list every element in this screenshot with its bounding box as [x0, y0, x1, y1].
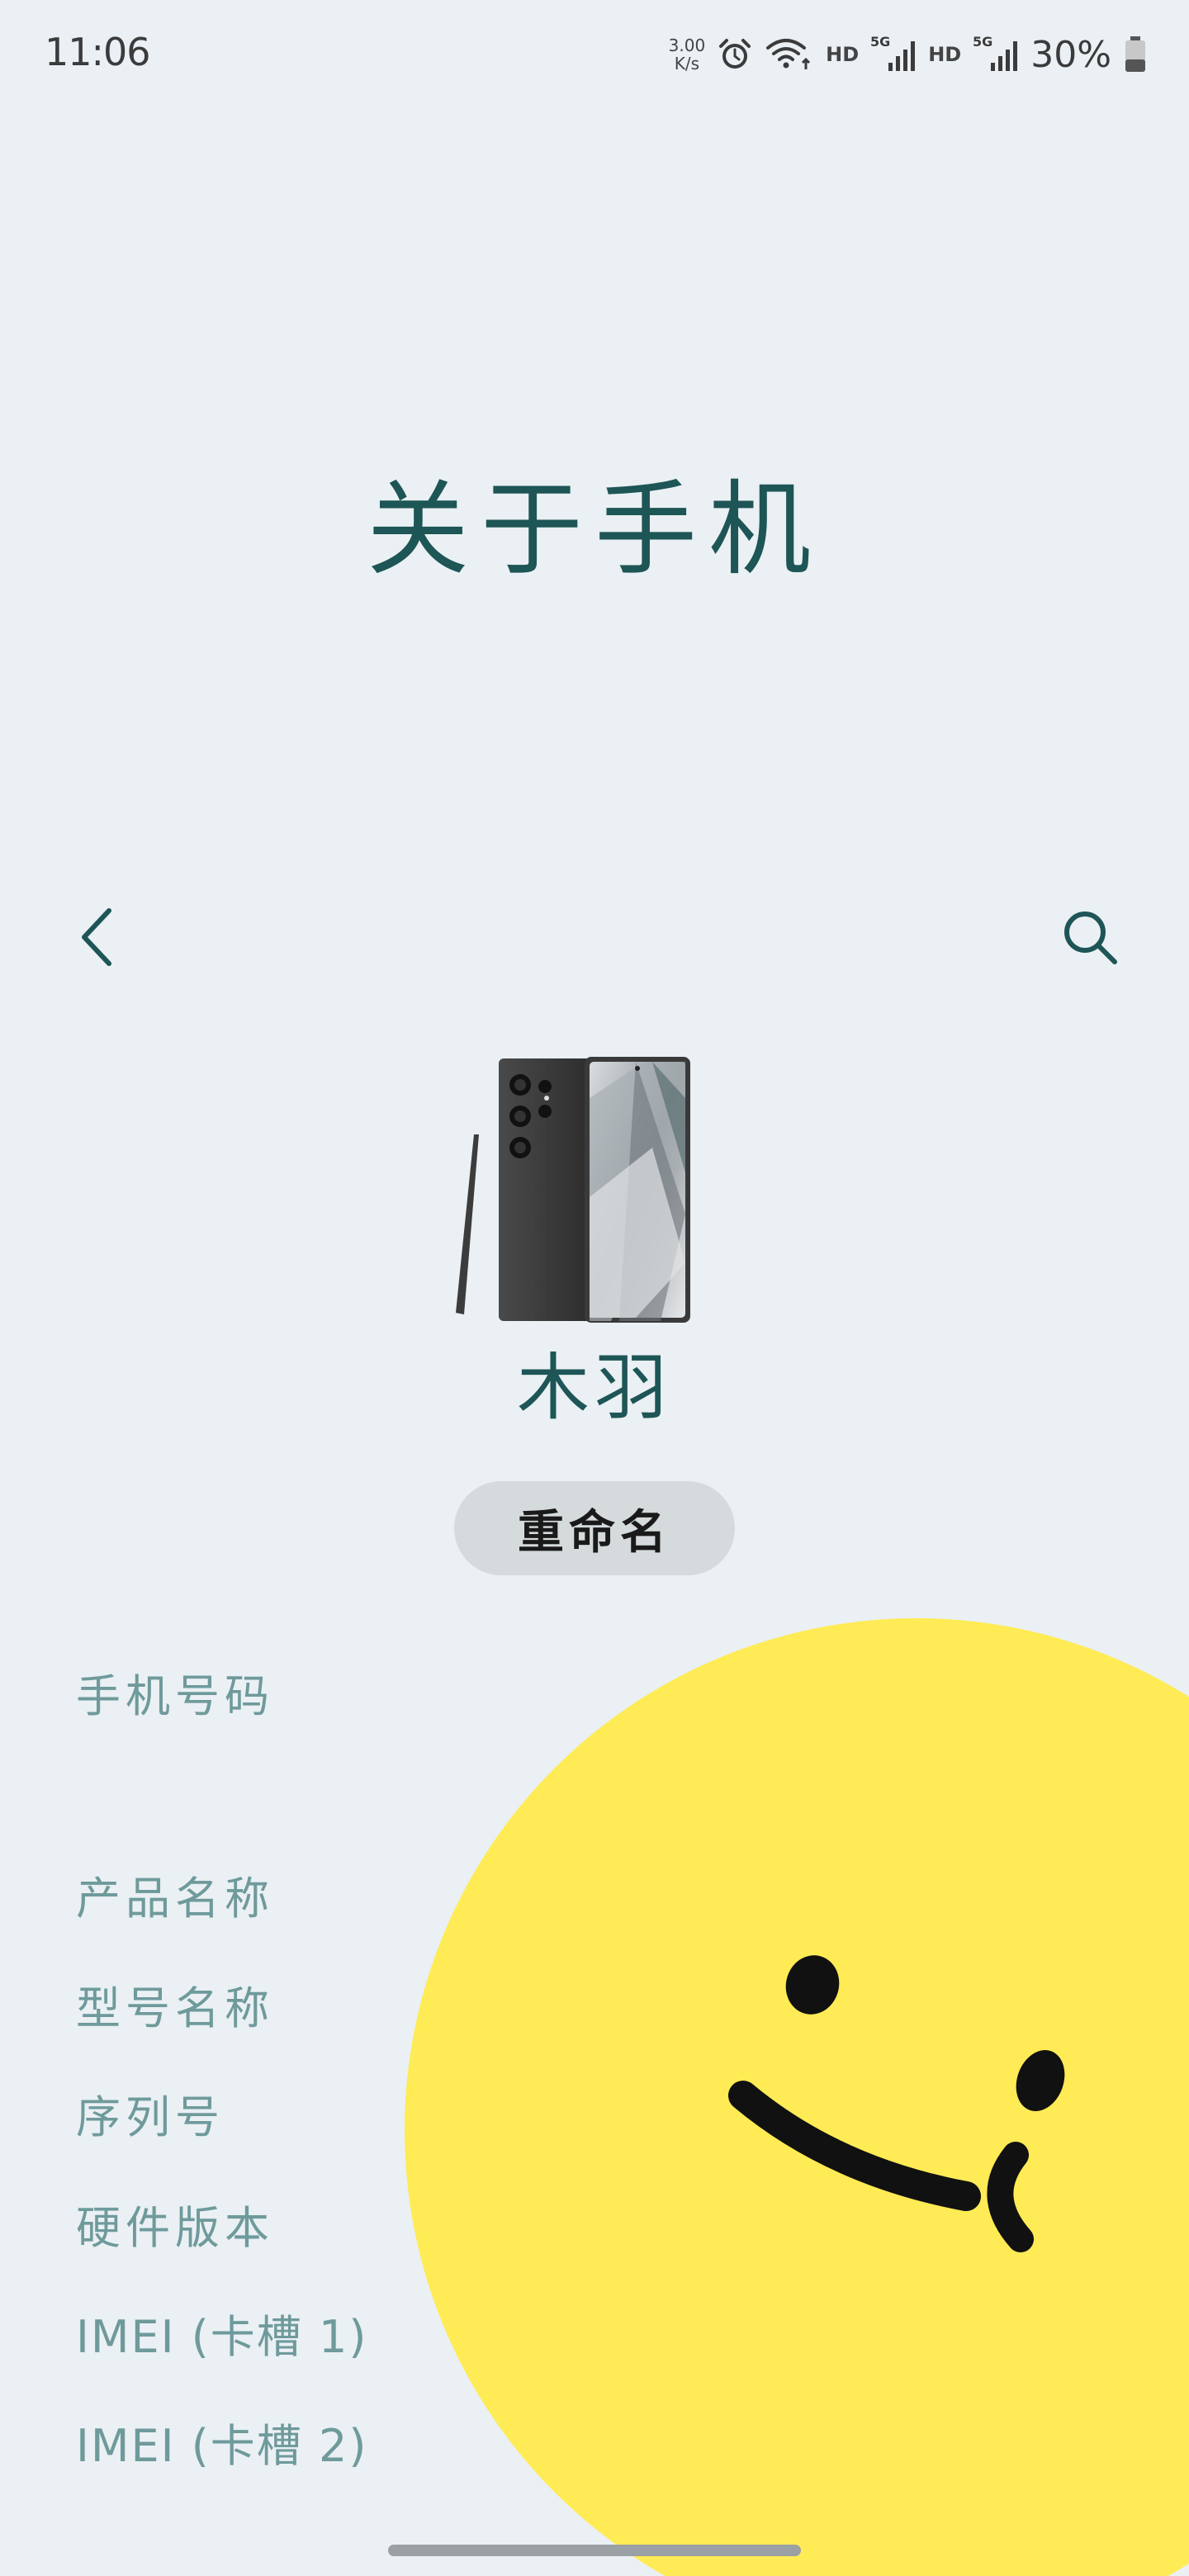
info-item-hardware-version[interactable]: 硬件版本 — [76, 2191, 274, 2256]
sim1-type-label: 5G — [870, 35, 890, 50]
chevron-left-icon — [82, 908, 111, 966]
sim2-type-label: 5G — [973, 35, 992, 50]
back-button[interactable] — [66, 904, 132, 970]
network-speed-value: 3.00 — [668, 36, 706, 55]
wifi-icon — [766, 39, 811, 69]
signal-icon-sim1: 5G — [870, 35, 916, 71]
network-speed-unit: K/s — [674, 54, 700, 73]
alarm-icon — [719, 39, 751, 69]
device-image — [456, 1057, 690, 1323]
search-icon — [1064, 912, 1117, 964]
info-item-product-name[interactable]: 产品名称 — [76, 1862, 274, 1927]
info-item-model-name[interactable]: 型号名称 — [76, 1972, 274, 2037]
battery-percentage: 30% — [1030, 33, 1111, 76]
smiley-face-icon[interactable] — [405, 1618, 1189, 2576]
network-speed: 3.00 K/s — [669, 36, 706, 73]
status-time: 11:06 — [45, 30, 151, 74]
home-indicator[interactable] — [388, 2545, 801, 2556]
info-item-serial-number[interactable]: 序列号 — [76, 2081, 225, 2146]
about-phone-screen: 11:06 3.00 K/s HD 5G HD 5G 30% 关于手机 木羽 重… — [0, 0, 1189, 2576]
search-button[interactable] — [1057, 904, 1123, 970]
info-item-imei-slot-1[interactable]: IMEI (卡槽 1) — [76, 2300, 367, 2365]
battery-icon — [1125, 36, 1145, 72]
status-icons: 3.00 K/s HD 5G HD 5G 30% — [669, 30, 1148, 79]
page-title: 关于手机 — [366, 471, 822, 590]
info-item-imei-slot-2[interactable]: IMEI (卡槽 2) — [76, 2409, 367, 2474]
rename-button[interactable]: 重命名 — [454, 1481, 735, 1575]
info-item-phone-number[interactable]: 手机号码 — [76, 1660, 274, 1725]
signal-icon-sim2: 5G — [973, 35, 1018, 71]
device-name: 木羽 — [516, 1345, 672, 1430]
hd-badge-1: HD — [826, 43, 860, 66]
hd-badge-2: HD — [928, 43, 962, 66]
status-bar: 11:06 3.00 K/s HD 5G HD 5G 30% — [0, 0, 1189, 116]
